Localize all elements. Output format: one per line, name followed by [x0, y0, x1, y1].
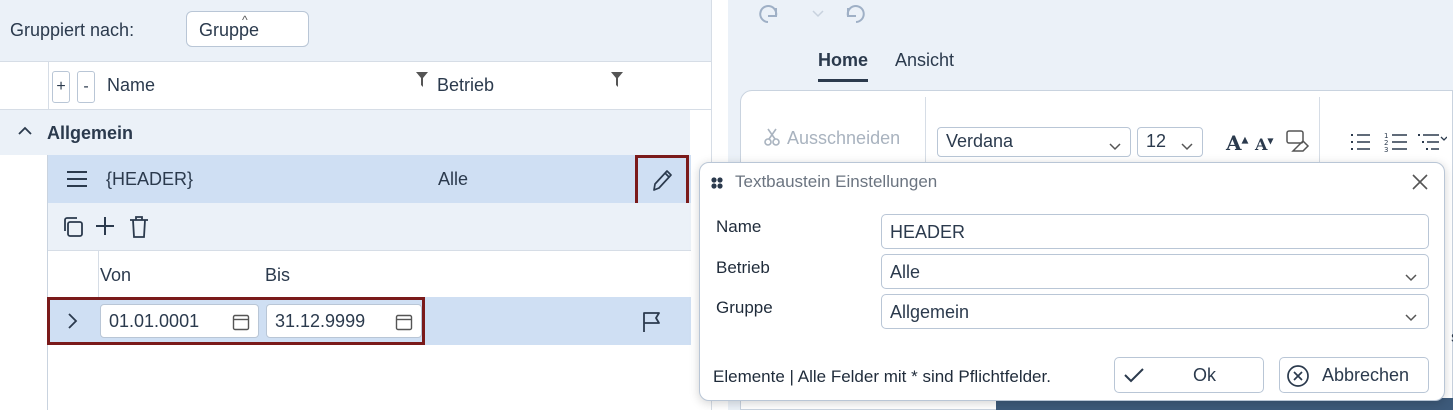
validity-header-row: Von Bis: [48, 251, 691, 297]
font-size-select[interactable]: 12: [1137, 127, 1203, 157]
item-name: {HEADER}: [106, 169, 194, 189]
filter-icon[interactable]: [415, 71, 429, 94]
ok-button[interactable]: Ok: [1114, 357, 1264, 393]
ok-label: Ok: [1193, 365, 1217, 385]
chevron-down-icon: [1404, 307, 1418, 328]
shrink-font-icon[interactable]: A▼: [1255, 135, 1274, 154]
sort-ascending-icon: ^: [242, 13, 248, 27]
settings-dialog: Textbaustein Einstellungen Name HEADER B…: [699, 162, 1445, 401]
gruppe-label: Gruppe: [716, 298, 773, 317]
grouping-bar: Gruppiert nach: ^ Gruppe: [0, 0, 711, 62]
cancel-button[interactable]: Abbrechen: [1279, 357, 1429, 393]
item-toolbar: [48, 203, 691, 251]
valid-to-value: 31.12.9999: [275, 311, 366, 331]
font-size-value: 12: [1146, 131, 1167, 151]
group-content: {HEADER} Alle Von Bis 01.01.0001 31.12.9…: [47, 155, 691, 410]
tab-ansicht[interactable]: Ansicht: [895, 50, 954, 71]
dialog-title: Textbaustein Einstellungen: [735, 172, 938, 191]
gruppe-value: Allgemein: [890, 302, 970, 322]
valid-from-value: 01.01.0001: [109, 311, 200, 331]
filter-icon[interactable]: [610, 71, 624, 94]
gruppe-select[interactable]: Allgemein: [881, 294, 1429, 329]
expand-all-button[interactable]: +: [52, 71, 70, 103]
copy-icon[interactable]: [61, 215, 85, 244]
multilevel-list-icon[interactable]: [1417, 131, 1448, 158]
grouping-label: Gruppiert nach:: [10, 20, 135, 40]
edit-button[interactable]: [635, 155, 689, 206]
add-icon[interactable]: [94, 215, 116, 242]
quick-access-toolbar: [750, 2, 891, 31]
scissors-icon: [764, 128, 780, 146]
cancel-circle-icon: [1286, 364, 1310, 393]
bullet-list-icon[interactable]: [1349, 131, 1371, 158]
betrieb-value: Alle: [890, 262, 921, 282]
column-header-row: + - Name Betrieb: [0, 62, 711, 110]
collapse-all-button[interactable]: -: [77, 71, 95, 103]
chevron-down-icon: [1404, 267, 1418, 288]
required-fields-note: Elemente | Alle Felder mit * sind Pflich…: [713, 367, 1051, 386]
numbered-list-icon[interactable]: 123: [1384, 131, 1408, 158]
column-header-von: Von: [100, 265, 132, 285]
table-row[interactable]: {HEADER} Alle: [48, 155, 691, 206]
valid-to-field[interactable]: 31.12.9999: [266, 304, 422, 338]
item-betrieb: Alle: [438, 169, 469, 189]
grow-font-icon[interactable]: A▲: [1226, 131, 1248, 155]
valid-from-field[interactable]: 01.01.0001: [100, 304, 259, 338]
flag-icon[interactable]: [642, 311, 662, 338]
betrieb-label: Betrieb: [716, 258, 770, 277]
column-header-bis: Bis: [265, 265, 291, 285]
calendar-icon[interactable]: [232, 313, 250, 336]
cut-button[interactable]: Ausschneiden: [763, 127, 900, 149]
app-icon: [710, 174, 724, 195]
group-name: Allgemein: [47, 123, 134, 143]
column-header-name[interactable]: Name: [107, 75, 155, 96]
trash-icon[interactable]: [128, 215, 150, 244]
font-family-select[interactable]: Verdana: [937, 127, 1131, 157]
svg-text:3: 3: [1384, 146, 1388, 153]
tab-home[interactable]: Home: [818, 50, 869, 82]
checkmark-icon: [1123, 366, 1145, 389]
dialog-title-bar[interactable]: Textbaustein Einstellungen: [700, 163, 1444, 199]
cut-label: Ausschneiden: [787, 128, 901, 148]
validity-row[interactable]: 01.01.0001 31.12.9999: [47, 297, 691, 345]
name-field[interactable]: HEADER: [881, 214, 1429, 249]
calendar-icon[interactable]: [395, 313, 413, 336]
grid-pane: Gruppiert nach: ^ Gruppe + - Name Betrie…: [0, 0, 712, 410]
betrieb-select[interactable]: Alle: [881, 254, 1429, 289]
name-value: HEADER: [890, 222, 966, 242]
pencil-icon: [653, 170, 672, 191]
chevron-down-icon: [1108, 136, 1122, 157]
grouping-chip[interactable]: ^ Gruppe: [186, 11, 309, 47]
grouping-chip-label: Gruppe: [199, 20, 260, 40]
chevron-down-icon: [1180, 136, 1194, 157]
chevron-up-icon[interactable]: [16, 122, 34, 145]
font-family-value: Verdana: [946, 131, 1014, 151]
name-label: Name: [716, 217, 762, 236]
group-row[interactable]: Allgemein: [0, 110, 690, 155]
clear-formatting-icon[interactable]: [1285, 129, 1311, 160]
close-icon[interactable]: [1410, 172, 1430, 197]
drag-handle-icon[interactable]: [66, 169, 88, 194]
column-header-betrieb[interactable]: Betrieb: [437, 75, 494, 96]
cancel-label: Abbrechen: [1322, 365, 1410, 385]
